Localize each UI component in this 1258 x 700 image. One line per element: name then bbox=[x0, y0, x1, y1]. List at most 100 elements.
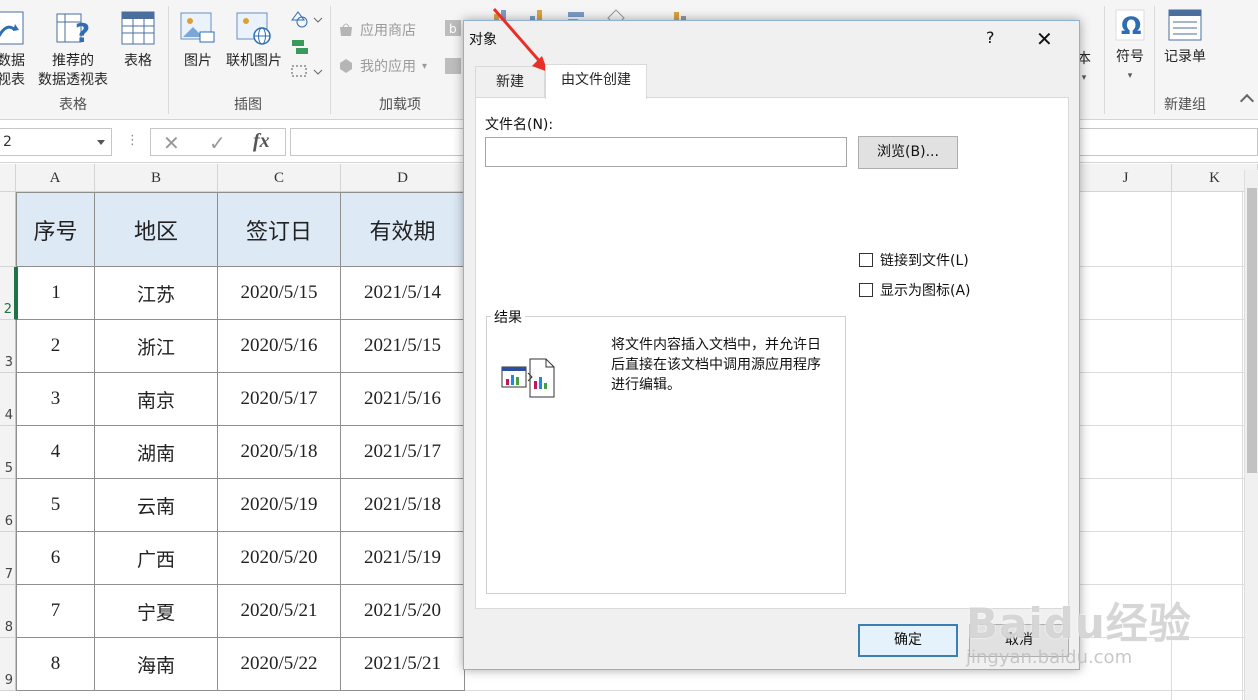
grid-line bbox=[464, 690, 1258, 691]
row-header-9[interactable]: 9 bbox=[0, 638, 16, 691]
insert-object-dialog: 对象 ? ✕ 新建 由文件创建 文件名(N): 浏览(B)... 链接到文件(L… bbox=[463, 20, 1080, 670]
recommended-pivot-icon: ? bbox=[56, 13, 90, 48]
cell-region[interactable]: 云南 bbox=[95, 479, 218, 532]
cell-region[interactable]: 湖南 bbox=[95, 426, 218, 479]
enter-icon[interactable]: ✓ bbox=[209, 131, 226, 155]
row-header-6[interactable]: 6 bbox=[0, 479, 16, 532]
online-picture-button[interactable]: 联机图片 bbox=[222, 8, 286, 71]
form-icon bbox=[1168, 9, 1202, 41]
cell-region[interactable]: 宁夏 bbox=[95, 585, 218, 638]
cell-expiry[interactable]: 2021/5/15 bbox=[341, 320, 465, 373]
row-header-4[interactable]: 4 bbox=[0, 373, 16, 426]
cell-index[interactable]: 1 bbox=[16, 267, 95, 320]
header-cell-index[interactable]: 序号 bbox=[16, 192, 95, 267]
cell-expiry[interactable]: 2021/5/19 bbox=[341, 532, 465, 585]
row-header-5[interactable]: 5 bbox=[0, 426, 16, 479]
pivot-table-button[interactable]: 数据 视表 bbox=[0, 8, 32, 90]
group-label-addins: 加载项 bbox=[379, 97, 421, 113]
name-box[interactable]: 2 bbox=[0, 128, 112, 156]
picture-button[interactable]: 图片 bbox=[176, 8, 220, 71]
select-all-corner[interactable] bbox=[0, 164, 16, 192]
checkbox-box[interactable] bbox=[859, 253, 873, 267]
filename-input[interactable] bbox=[485, 137, 847, 167]
table-button[interactable]: 表格 bbox=[116, 8, 160, 71]
cell-sign-date[interactable]: 2020/5/18 bbox=[218, 426, 341, 479]
header-cell-expiry[interactable]: 有效期 bbox=[341, 192, 465, 267]
column-header-b[interactable]: B bbox=[95, 164, 218, 192]
app-store-button[interactable]: 应用商店 bbox=[338, 20, 416, 40]
display-as-icon-checkbox[interactable]: 显示为图标(A) bbox=[859, 280, 971, 300]
row-header-2[interactable]: 2 bbox=[0, 267, 16, 320]
header-cell-region[interactable]: 地区 bbox=[95, 192, 218, 267]
ok-button[interactable]: 确定 bbox=[858, 624, 958, 657]
column-header-d[interactable]: D bbox=[341, 164, 465, 192]
cell-expiry[interactable]: 2021/5/17 bbox=[341, 426, 465, 479]
tab-create-from-file[interactable]: 由文件创建 bbox=[545, 64, 647, 99]
insert-function-icon[interactable]: fx bbox=[253, 130, 270, 153]
scrollbar-thumb[interactable] bbox=[1247, 188, 1257, 473]
row-header-8[interactable]: 8 bbox=[0, 585, 16, 638]
cell-index[interactable]: 6 bbox=[16, 532, 95, 585]
column-header-c[interactable]: C bbox=[218, 164, 341, 192]
vertical-scrollbar[interactable] bbox=[1244, 170, 1258, 700]
cell-sign-date[interactable]: 2020/5/19 bbox=[218, 479, 341, 532]
pivot-label-2: 视表 bbox=[0, 72, 25, 88]
checkbox-box[interactable] bbox=[859, 283, 873, 297]
recommended-pivot-label-1: 推荐的 bbox=[52, 53, 94, 69]
record-form-button[interactable]: 记录单 bbox=[1158, 8, 1212, 67]
browse-button[interactable]: 浏览(B)... bbox=[858, 136, 958, 169]
cell-sign-date[interactable]: 2020/5/22 bbox=[218, 638, 341, 691]
cell-expiry[interactable]: 2021/5/20 bbox=[341, 585, 465, 638]
cell-region[interactable]: 广西 bbox=[95, 532, 218, 585]
row-header-3[interactable]: 3 bbox=[0, 320, 16, 373]
cell-index[interactable]: 7 bbox=[16, 585, 95, 638]
column-header-a[interactable]: A bbox=[16, 164, 95, 192]
name-box-value: 2 bbox=[3, 134, 12, 150]
display-as-icon-label: 显示为图标(A) bbox=[880, 283, 971, 299]
cell-region[interactable]: 浙江 bbox=[95, 320, 218, 373]
row-header-1[interactable] bbox=[0, 192, 16, 267]
svg-text:?: ? bbox=[75, 19, 90, 48]
cell-expiry[interactable]: 2021/5/16 bbox=[341, 373, 465, 426]
formula-buttons: ✕ ✓ fx bbox=[150, 128, 286, 156]
collapse-ribbon-icon[interactable] bbox=[1239, 93, 1255, 109]
cell-sign-date[interactable]: 2020/5/15 bbox=[218, 267, 341, 320]
link-to-file-checkbox[interactable]: 链接到文件(L) bbox=[859, 250, 969, 270]
cell-region[interactable]: 江苏 bbox=[95, 267, 218, 320]
cancel-icon[interactable]: ✕ bbox=[163, 131, 180, 155]
filename-value bbox=[486, 144, 490, 159]
cell-index[interactable]: 2 bbox=[16, 320, 95, 373]
cell-expiry[interactable]: 2021/5/21 bbox=[341, 638, 465, 691]
ribbon-separator bbox=[1154, 6, 1155, 114]
symbol-button[interactable]: Ω 符号 ▾ bbox=[1108, 8, 1152, 86]
chevron-down-icon bbox=[97, 140, 105, 145]
header-cell-sign-date[interactable]: 签订日 bbox=[218, 192, 341, 267]
shapes-smartart-screenshot-icon[interactable] bbox=[288, 8, 324, 82]
recommended-pivot-label-2: 数据透视表 bbox=[38, 72, 108, 88]
recommended-pivot-button[interactable]: ? 推荐的 数据透视表 bbox=[34, 8, 112, 90]
grid-line bbox=[1080, 478, 1258, 479]
cell-sign-date[interactable]: 2020/5/16 bbox=[218, 320, 341, 373]
link-to-file-label: 链接到文件(L) bbox=[880, 253, 969, 269]
cell-expiry[interactable]: 2021/5/14 bbox=[341, 267, 465, 320]
cell-index[interactable]: 3 bbox=[16, 373, 95, 426]
chevron-down-icon: ▾ bbox=[1127, 71, 1133, 81]
cell-expiry[interactable]: 2021/5/18 bbox=[341, 479, 465, 532]
cell-region[interactable]: 海南 bbox=[95, 638, 218, 691]
grid-line bbox=[1080, 319, 1258, 320]
column-header-j[interactable]: J bbox=[1080, 164, 1172, 192]
more-icon: ⋮ bbox=[126, 133, 139, 148]
cell-index[interactable]: 8 bbox=[16, 638, 95, 691]
cell-region[interactable]: 南京 bbox=[95, 373, 218, 426]
grid-line bbox=[1242, 192, 1243, 700]
cell-sign-date[interactable]: 2020/5/21 bbox=[218, 585, 341, 638]
cell-sign-date[interactable]: 2020/5/20 bbox=[218, 532, 341, 585]
row-header-7[interactable]: 7 bbox=[0, 532, 16, 585]
my-apps-button[interactable]: 我的应用 ▾ bbox=[338, 56, 427, 76]
help-icon[interactable]: ? bbox=[986, 28, 995, 47]
cell-index[interactable]: 5 bbox=[16, 479, 95, 532]
cell-sign-date[interactable]: 2020/5/17 bbox=[218, 373, 341, 426]
close-icon[interactable]: ✕ bbox=[1036, 27, 1053, 51]
cell-index[interactable]: 4 bbox=[16, 426, 95, 479]
ribbon-separator bbox=[330, 6, 331, 114]
